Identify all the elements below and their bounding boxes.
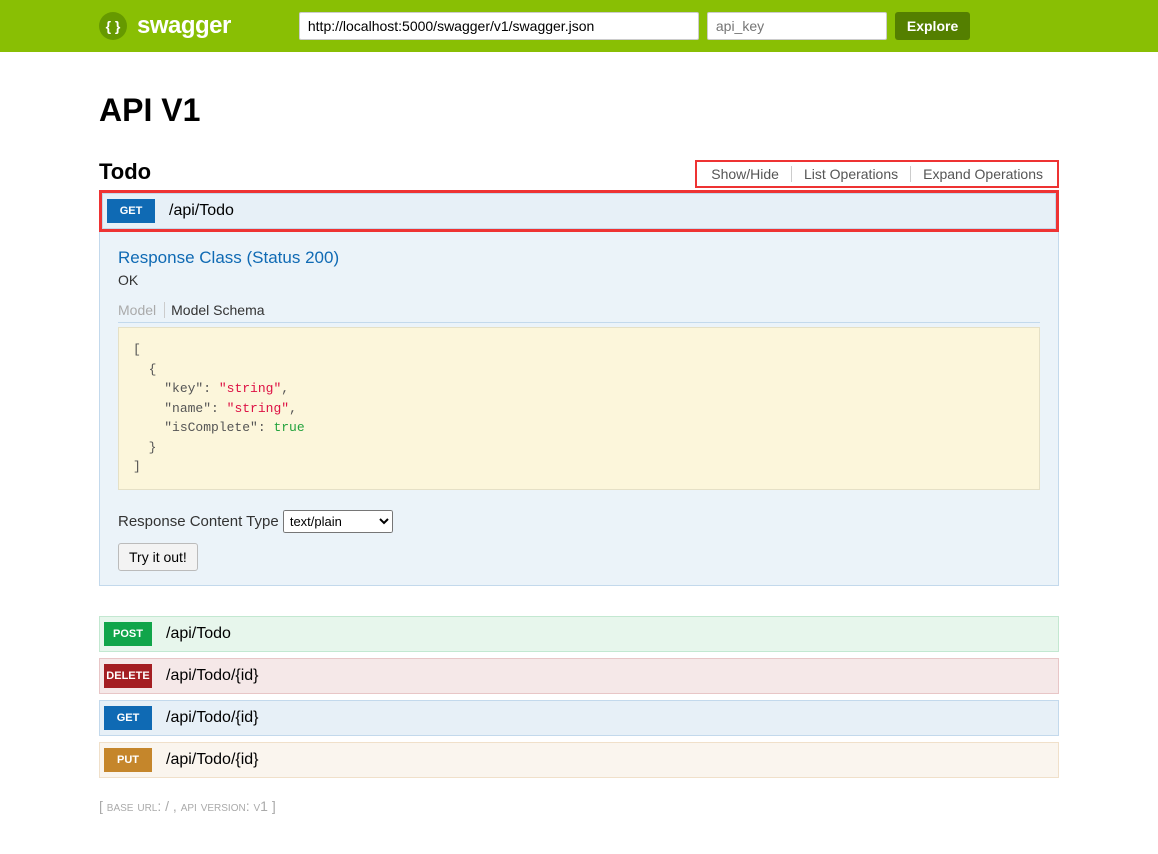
- operation-put-todo-id[interactable]: PUT /api/Todo/{id}: [99, 742, 1059, 778]
- footer-meta: [ base url: / , api version: v1 ]: [99, 798, 1059, 814]
- resource-actions: Show/Hide List Operations Expand Operati…: [695, 160, 1059, 188]
- logo[interactable]: { } swagger: [99, 12, 231, 40]
- action-list-operations[interactable]: List Operations: [792, 166, 911, 182]
- top-bar: { } swagger Explore: [0, 0, 1158, 52]
- operation-post-todo[interactable]: POST /api/Todo: [99, 616, 1059, 652]
- response-class-heading: Response Class (Status 200): [118, 248, 1040, 268]
- operation-path: /api/Todo/{id}: [166, 709, 259, 727]
- action-expand-operations[interactable]: Expand Operations: [911, 166, 1047, 182]
- response-ok-label: OK: [118, 272, 1040, 288]
- method-badge-delete: DELETE: [104, 664, 152, 688]
- operation-path: /api/Todo: [169, 202, 234, 220]
- tab-model-schema[interactable]: Model Schema: [171, 302, 264, 318]
- resource-name[interactable]: Todo: [99, 159, 151, 185]
- page-title: API V1: [99, 92, 1059, 129]
- model-schema-box[interactable]: [ { "key": "string", "name": "string", "…: [118, 327, 1040, 490]
- spec-url-input[interactable]: [299, 12, 699, 40]
- operation-path: /api/Todo/{id}: [166, 667, 259, 685]
- method-badge-put: PUT: [104, 748, 152, 772]
- operation-path: /api/Todo: [166, 625, 231, 643]
- operation-delete-todo-id[interactable]: DELETE /api/Todo/{id}: [99, 658, 1059, 694]
- brand-text: swagger: [137, 12, 231, 40]
- swagger-icon: { }: [99, 12, 127, 40]
- tab-model[interactable]: Model: [118, 302, 165, 318]
- explore-button[interactable]: Explore: [895, 12, 970, 40]
- response-content-type-select[interactable]: text/plain: [283, 510, 393, 533]
- method-badge-get: GET: [104, 706, 152, 730]
- operation-path: /api/Todo/{id}: [166, 751, 259, 769]
- operation-get-todo-id[interactable]: GET /api/Todo/{id}: [99, 700, 1059, 736]
- try-it-out-button[interactable]: Try it out!: [118, 543, 198, 571]
- action-show-hide[interactable]: Show/Hide: [707, 166, 792, 182]
- operation-body: Response Class (Status 200) OK Model Mode…: [99, 232, 1059, 586]
- response-content-type-label: Response Content Type: [118, 513, 279, 530]
- method-badge-get: GET: [107, 199, 155, 223]
- operations-list: POST /api/Todo DELETE /api/Todo/{id} GET…: [99, 616, 1059, 778]
- api-key-input[interactable]: [707, 12, 887, 40]
- operation-get-todo-header[interactable]: GET /api/Todo: [99, 190, 1059, 232]
- method-badge-post: POST: [104, 622, 152, 646]
